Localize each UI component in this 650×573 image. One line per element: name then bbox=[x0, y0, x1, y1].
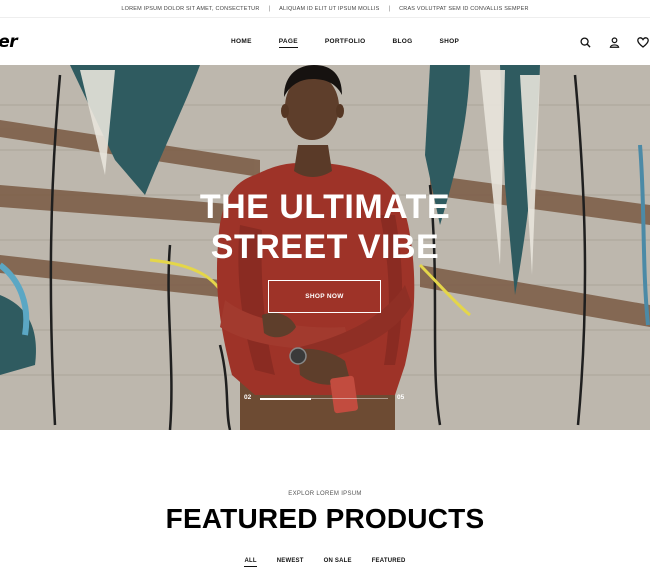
nav-item-blog[interactable]: BLOG bbox=[392, 38, 412, 45]
announcement-bar: LOREM IPSUM DOLOR SIT AMET, CONSECTETUR … bbox=[0, 0, 650, 18]
hero-title-line: THE ULTIMATE bbox=[199, 188, 451, 226]
announcement-separator: | bbox=[268, 5, 271, 12]
user-icon[interactable] bbox=[607, 35, 621, 49]
header-icons bbox=[563, 35, 650, 49]
slide-progress-track[interactable] bbox=[260, 397, 388, 400]
announcement-message: ALIQUAM ID ELIT UT IPSUM MOLLIS bbox=[279, 5, 380, 12]
site-header: ker HOME PAGE PORTFOLIO BLOG SHOP bbox=[0, 18, 650, 65]
nav-item-portfolio[interactable]: PORTFOLIO bbox=[325, 38, 366, 45]
slide-current-number: 02 bbox=[244, 394, 252, 401]
tab-featured[interactable]: FEATURED bbox=[372, 558, 406, 564]
tab-all[interactable]: ALL bbox=[244, 558, 258, 567]
hero-title: THE ULTIMATE STREET VIBE bbox=[0, 187, 650, 267]
hero-banner: THE ULTIMATE STREET VIBE SHOP NOW 02 05 bbox=[0, 65, 650, 430]
nav-item-shop[interactable]: SHOP bbox=[439, 38, 459, 45]
hero-title-line: STREET VIBE bbox=[210, 228, 440, 266]
announcement-message: CRAS VOLUTPAT SEM ID CONVALLIS SEMPER bbox=[399, 5, 529, 12]
main-nav: HOME PAGE PORTFOLIO BLOG SHOP bbox=[231, 18, 486, 65]
featured-products-section: EXPLOR LOREM IPSUM FEATURED PRODUCTS ALL… bbox=[0, 430, 650, 573]
site-logo[interactable]: ker bbox=[0, 32, 18, 52]
tab-newest[interactable]: NEWEST bbox=[277, 558, 304, 564]
slide-total-number: 05 bbox=[397, 394, 405, 401]
product-filter-tabs: ALL NEWEST ON SALE FEATURED bbox=[0, 558, 650, 567]
announcement-separator: | bbox=[388, 5, 391, 12]
shop-now-button[interactable]: SHOP NOW bbox=[268, 280, 381, 313]
section-eyebrow: EXPLOR LOREM IPSUM bbox=[288, 491, 362, 497]
search-icon[interactable] bbox=[578, 35, 592, 49]
heart-icon[interactable] bbox=[636, 35, 650, 49]
tab-on-sale[interactable]: ON SALE bbox=[324, 558, 352, 564]
nav-item-page[interactable]: PAGE bbox=[278, 38, 298, 48]
nav-item-home[interactable]: HOME bbox=[231, 38, 252, 45]
slide-progress-fill bbox=[260, 397, 312, 400]
section-title: FEATURED PRODUCTS bbox=[165, 503, 485, 534]
slide-progress[interactable]: 02 05 bbox=[244, 392, 406, 402]
announcement-message: LOREM IPSUM DOLOR SIT AMET, CONSECTETUR bbox=[121, 5, 260, 12]
